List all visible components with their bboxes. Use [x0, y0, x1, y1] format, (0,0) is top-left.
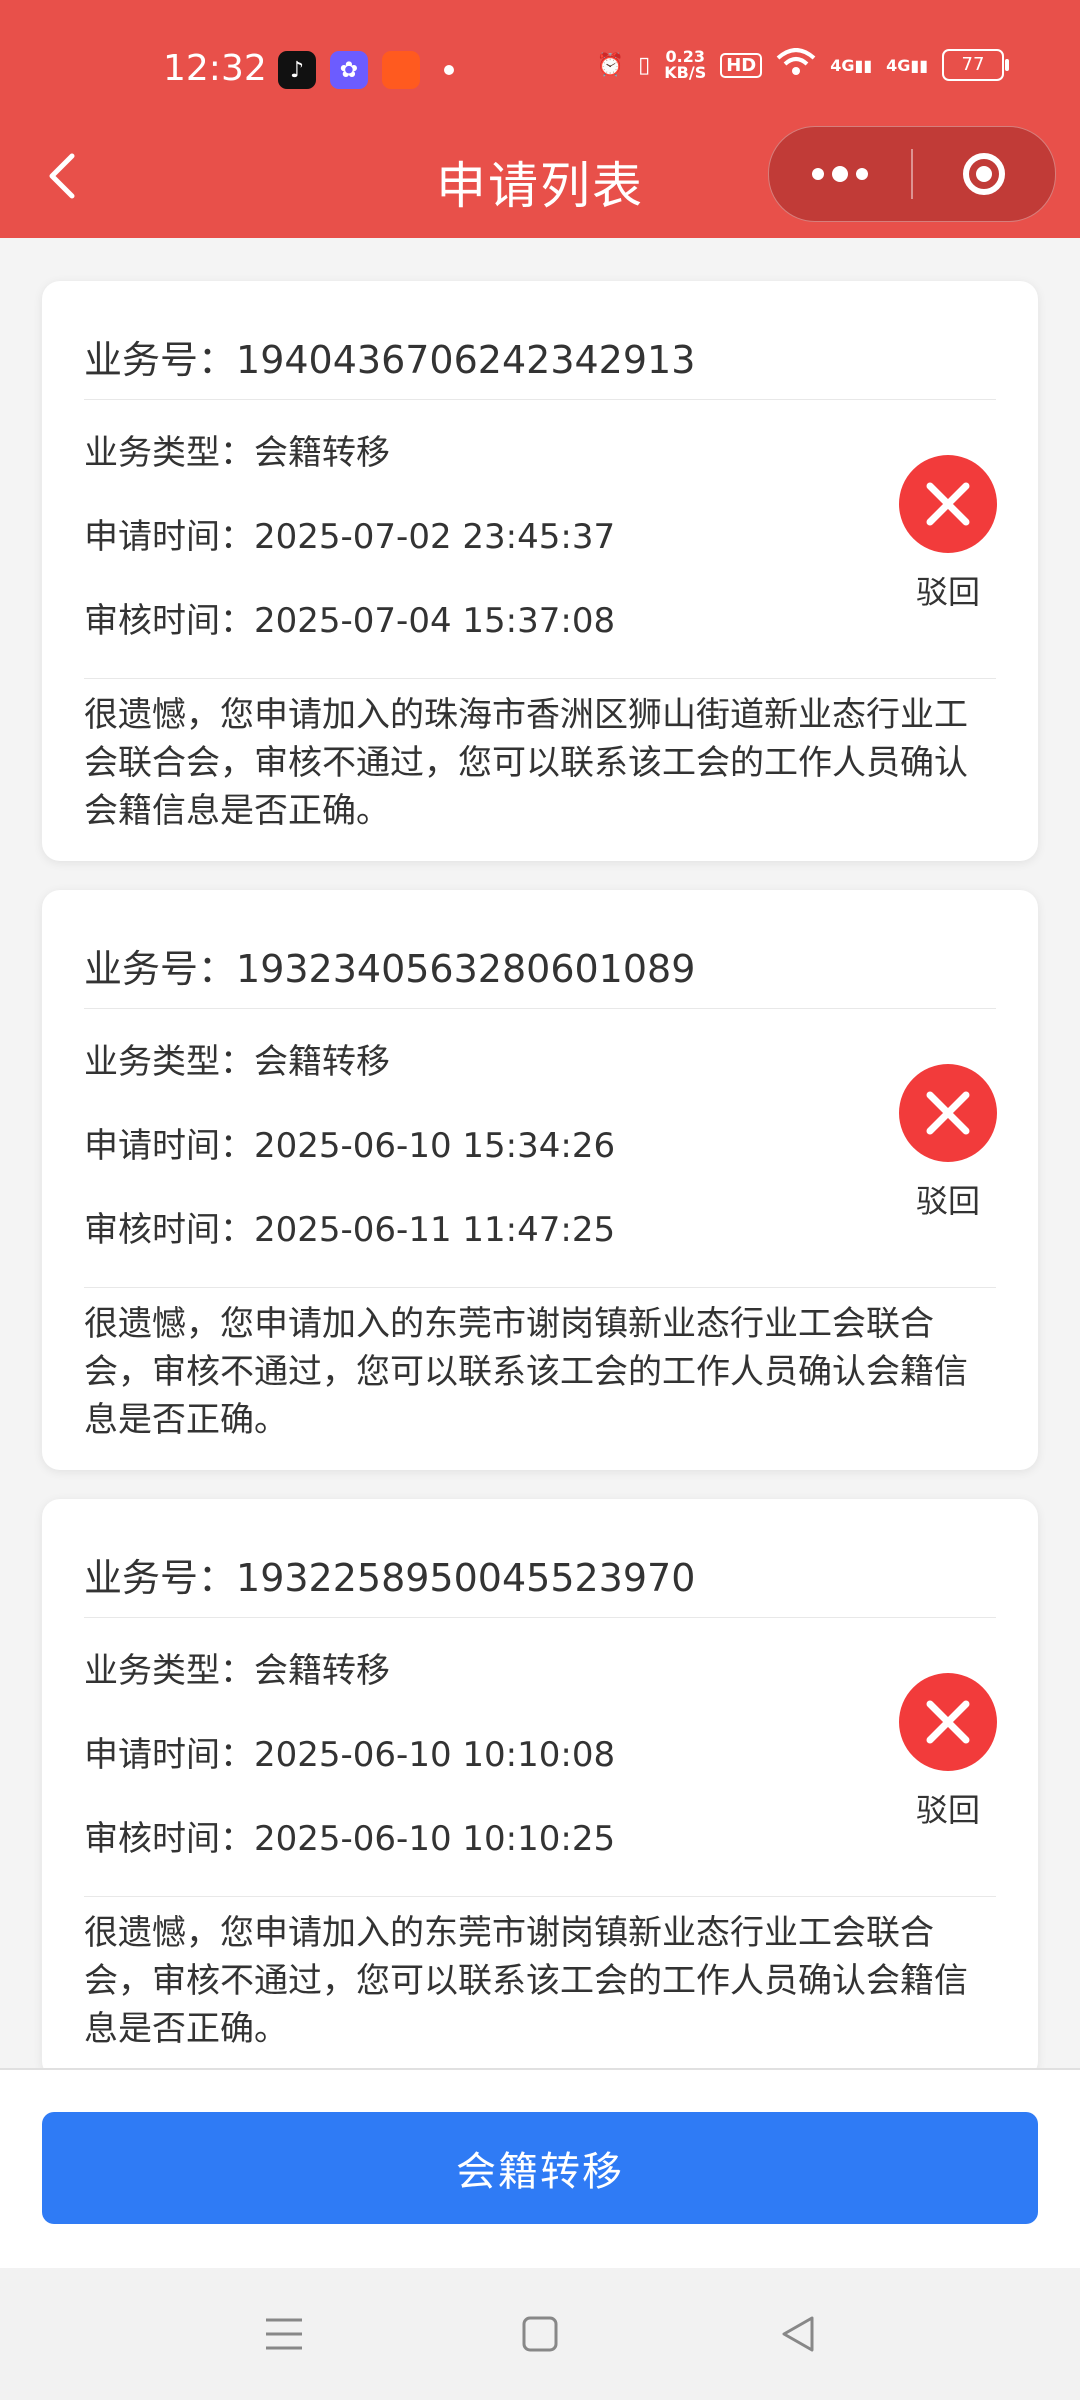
- menu-nav-button[interactable]: [254, 2312, 314, 2356]
- target-icon: [963, 153, 1005, 195]
- review-time: 审核时间：2025-07-04 15:37:08: [84, 601, 616, 641]
- alarm-icon: ⏰: [596, 52, 625, 78]
- business-type: 业务类型：会籍转移: [84, 433, 390, 473]
- review-time: 审核时间：2025-06-10 10:10:25: [84, 1819, 616, 1859]
- review-message: 很遗憾，您申请加入的东莞市谢岗镇新业态行业工会联合会，审核不通过，您可以联系该工…: [84, 1913, 968, 2049]
- divider: [84, 1287, 996, 1288]
- status-bar: 12:32 ♪ ✿ ⏰ ▯ 0.23 KB/S HD 4G▮▮ 4G▮▮ 77: [0, 0, 1080, 138]
- back-triangle-icon: [782, 2316, 814, 2352]
- app-notification-icon-2: [382, 51, 420, 89]
- status-badge: 驳回: [898, 1064, 998, 1222]
- hd-icon: HD: [720, 52, 763, 78]
- tiktok-icon: ♪: [278, 51, 316, 89]
- status-label: 驳回: [915, 1791, 980, 1829]
- wifi-icon: [776, 48, 816, 82]
- signal-icon-2: 4G▮▮: [886, 55, 928, 75]
- nav-bar: 申请列表: [0, 126, 1080, 226]
- app-header: 12:32 ♪ ✿ ⏰ ▯ 0.23 KB/S HD 4G▮▮ 4G▮▮ 77: [0, 0, 1080, 238]
- divider: [84, 1896, 996, 1897]
- bottom-action-bar: 会籍转移: [0, 2068, 1080, 2270]
- business-number: 业务号：1932258950045523970: [84, 1556, 696, 1600]
- home-nav-button[interactable]: [510, 2312, 570, 2356]
- status-label: 驳回: [915, 1182, 980, 1220]
- reject-icon: [899, 1064, 997, 1162]
- status-time: 12:32: [163, 48, 267, 89]
- divider: [84, 1008, 996, 1009]
- business-type: 业务类型：会籍转移: [84, 1042, 390, 1082]
- battery-icon: 77: [942, 49, 1009, 81]
- reject-icon: [899, 455, 997, 553]
- application-card[interactable]: 业务号：1932340563280601089 业务类型：会籍转移 申请时间：2…: [42, 890, 1038, 1470]
- application-card[interactable]: 业务号：1932258950045523970 业务类型：会籍转移 申请时间：2…: [42, 1499, 1038, 2068]
- dot-icon: [832, 166, 848, 182]
- membership-transfer-button[interactable]: 会籍转移: [42, 2112, 1038, 2224]
- business-number: 业务号：1932340563280601089: [84, 947, 696, 991]
- divider: [84, 1617, 996, 1618]
- notification-icons: ♪ ✿: [278, 51, 454, 89]
- home-square-icon: [522, 2316, 558, 2352]
- miniprogram-capsule: [768, 126, 1056, 222]
- status-label: 驳回: [915, 573, 980, 611]
- dot-icon: [812, 168, 824, 180]
- signal-icon-1: 4G▮▮: [830, 55, 873, 75]
- status-badge: 驳回: [898, 1673, 998, 1831]
- menu-icon: [266, 2318, 302, 2350]
- dot-icon: [856, 168, 868, 180]
- status-indicators: ⏰ ▯ 0.23 KB/S HD 4G▮▮ 4G▮▮ 77: [596, 47, 1009, 82]
- apply-time: 申请时间：2025-06-10 10:10:08: [84, 1735, 616, 1775]
- apply-time: 申请时间：2025-06-10 15:34:26: [84, 1126, 616, 1166]
- status-badge: 驳回: [898, 455, 998, 613]
- system-nav-bar: [0, 2268, 1080, 2400]
- back-nav-button[interactable]: [768, 2312, 828, 2356]
- more-notifications-dot: [444, 65, 454, 75]
- review-time: 审核时间：2025-06-11 11:47:25: [84, 1210, 616, 1250]
- more-menu-button[interactable]: [769, 127, 911, 221]
- application-card[interactable]: 业务号：1940436706242342913 业务类型：会籍转移 申请时间：2…: [42, 281, 1038, 861]
- divider: [84, 399, 996, 400]
- review-message: 很遗憾，您申请加入的东莞市谢岗镇新业态行业工会联合会，审核不通过，您可以联系该工…: [84, 1304, 968, 1440]
- application-list[interactable]: 业务号：1940436706242342913 业务类型：会籍转移 申请时间：2…: [0, 238, 1080, 2068]
- business-number: 业务号：1940436706242342913: [84, 338, 696, 382]
- business-type: 业务类型：会籍转移: [84, 1651, 390, 1691]
- close-miniprogram-button[interactable]: [913, 127, 1055, 221]
- app-notification-icon: ✿: [330, 51, 368, 89]
- divider: [84, 678, 996, 679]
- apply-time: 申请时间：2025-07-02 23:45:37: [84, 517, 616, 557]
- network-speed: 0.23 KB/S: [664, 47, 707, 82]
- review-message: 很遗憾，您申请加入的珠海市香洲区狮山街道新业态行业工会联合会，审核不通过，您可以…: [84, 695, 968, 831]
- vibrate-icon: ▯: [638, 52, 651, 78]
- reject-icon: [899, 1673, 997, 1771]
